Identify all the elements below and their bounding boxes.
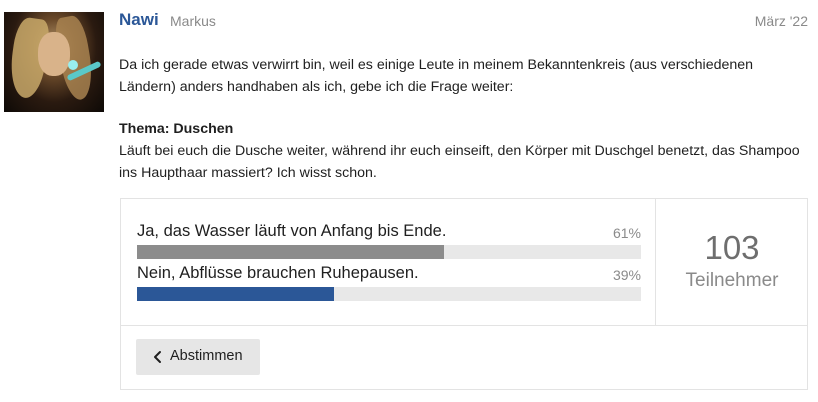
avatar[interactable]: [4, 12, 104, 112]
post-intro: Da ich gerade etwas verwirrt bin, weil e…: [119, 57, 754, 95]
poll-option-bar-fill: [137, 287, 334, 301]
poll-option: Ja, das Wasser läuft von Anfang bis Ende…: [137, 219, 641, 261]
poll-participants: 103 Teilnehmer: [655, 199, 808, 325]
poll-option-percent: 39%: [612, 267, 641, 283]
poll-option-percent: 61%: [612, 225, 641, 241]
poll-option-bar-track: [137, 245, 641, 259]
poll-results: Ja, das Wasser läuft von Anfang bis Ende…: [121, 199, 807, 326]
participants-count: 103: [704, 229, 760, 266]
participants-label: Teilnehmer: [685, 270, 779, 291]
avatar-microphone-head: [68, 60, 78, 70]
poll-option-label: Ja, das Wasser läuft von Anfang bis Ende…: [137, 222, 447, 240]
post-topic: Thema: Duschen Läuft bei euch die Dusche…: [119, 118, 809, 184]
poll-option-bar-fill: [137, 245, 445, 259]
vote-button-label: Abstimmen: [170, 348, 243, 364]
author-name[interactable]: Nawi: [119, 10, 159, 30]
post-date: März '22: [754, 13, 808, 29]
poll-option-bar-track: [137, 287, 641, 301]
poll-option-label: Nein, Abflüsse brauchen Ruhepausen.: [137, 264, 419, 282]
topic-body: Läuft bei euch die Dusche weiter, währen…: [119, 143, 800, 181]
poll: Ja, das Wasser läuft von Anfang bis Ende…: [120, 198, 808, 390]
vote-button[interactable]: Abstimmen: [136, 339, 260, 375]
chevron-left-icon: [154, 351, 161, 363]
avatar-face: [38, 32, 70, 76]
topic-title: Thema: Duschen: [119, 121, 234, 137]
poll-options: Ja, das Wasser läuft von Anfang bis Ende…: [137, 219, 641, 303]
poll-option: Nein, Abflüsse brauchen Ruhepausen. 39%: [137, 261, 641, 303]
author-subtitle: Markus: [170, 13, 216, 29]
